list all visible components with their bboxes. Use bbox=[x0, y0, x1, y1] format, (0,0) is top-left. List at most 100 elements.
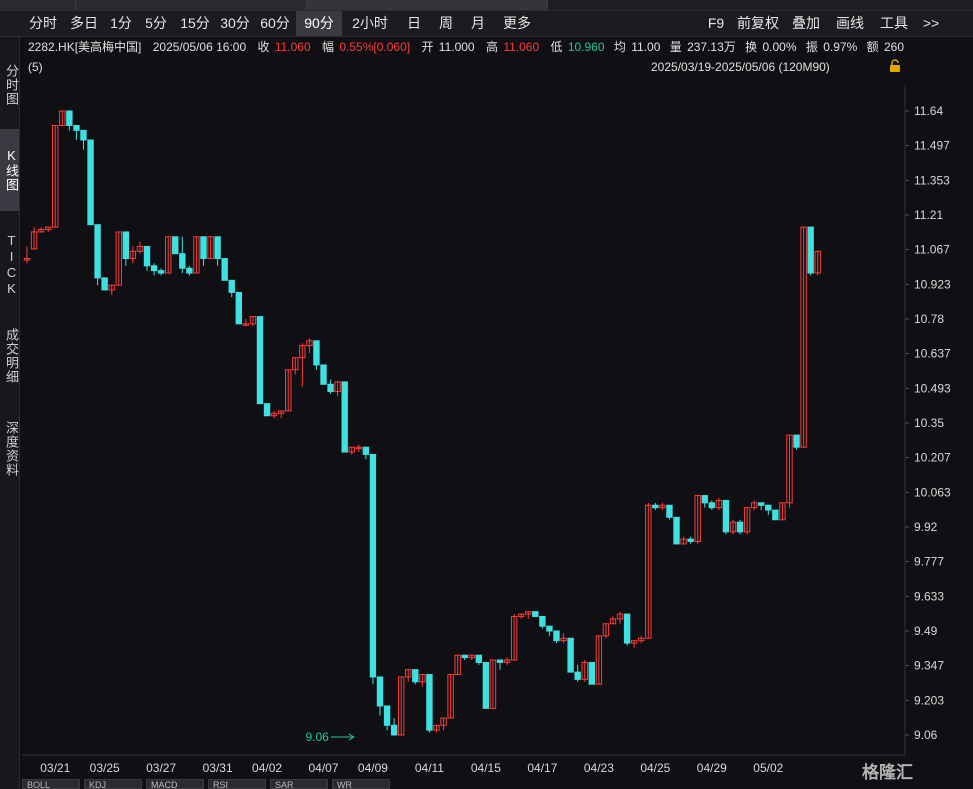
y-tick-label: 9.633 bbox=[914, 589, 944, 603]
watermark-logo: 格隆汇 bbox=[862, 763, 913, 782]
y-tick-label: 11.64 bbox=[914, 104, 943, 118]
y-tick-label: 9.347 bbox=[914, 659, 944, 673]
candle-body bbox=[101, 277, 108, 291]
indicator-tab-2[interactable]: MACD bbox=[146, 779, 204, 789]
x-tick-label: 03/25 bbox=[90, 761, 120, 775]
x-tick-label: 04/29 bbox=[697, 761, 727, 775]
x-tick-label: 04/09 bbox=[358, 761, 388, 775]
candle-body bbox=[172, 236, 179, 255]
candle-body bbox=[736, 521, 744, 533]
indicator-tab-5[interactable]: WR bbox=[332, 779, 390, 789]
y-tick-label: 10.35 bbox=[914, 416, 944, 430]
candle-body bbox=[256, 316, 264, 405]
candle-body bbox=[623, 613, 631, 644]
x-tick-label: 04/23 bbox=[584, 761, 614, 775]
y-tick-label: 11.21 bbox=[914, 208, 943, 222]
candle-body bbox=[708, 502, 716, 509]
indicator-tab-4[interactable]: SAR bbox=[270, 779, 328, 789]
candle-body bbox=[221, 258, 228, 281]
y-tick-label: 10.493 bbox=[914, 381, 951, 395]
candle-body bbox=[150, 265, 158, 272]
candle-body bbox=[263, 403, 271, 417]
x-tick-label: 03/27 bbox=[146, 761, 176, 775]
candlestick-chart[interactable]: 11.64 11.497 11.353 11.21 11.067 10.923 10.78 1… bbox=[0, 0, 973, 789]
indicator-tab-1[interactable]: KDJ bbox=[84, 779, 142, 789]
y-tick-label: 11.497 bbox=[914, 139, 950, 153]
candle-body bbox=[369, 453, 377, 678]
candle-body bbox=[553, 630, 560, 642]
candle-body bbox=[482, 661, 490, 709]
candle-body bbox=[567, 637, 574, 673]
candle-body bbox=[461, 654, 468, 659]
candle-body bbox=[807, 226, 814, 274]
candle-body bbox=[532, 611, 539, 617]
candle-body bbox=[376, 676, 384, 707]
candle-body bbox=[94, 224, 101, 279]
y-tick-label: 9.777 bbox=[914, 555, 944, 569]
candle-body bbox=[652, 504, 659, 509]
x-tick-label: 04/25 bbox=[640, 761, 670, 775]
x-tick-label: 03/31 bbox=[203, 761, 233, 775]
y-tick-label: 10.063 bbox=[914, 485, 951, 499]
candle-body bbox=[687, 538, 694, 543]
candle-body bbox=[200, 236, 207, 260]
candle-body bbox=[390, 724, 398, 736]
candle-body bbox=[588, 661, 595, 685]
y-tick-label: 10.923 bbox=[914, 277, 951, 291]
candle-body bbox=[327, 383, 334, 393]
y-tick-label: 10.637 bbox=[914, 347, 951, 361]
y-tick-label: 11.353 bbox=[914, 173, 950, 187]
candle-body bbox=[235, 291, 243, 325]
indicator-tab-3[interactable]: RSI bbox=[208, 779, 266, 789]
candle-body bbox=[186, 267, 193, 274]
y-tick-label: 9.06 bbox=[914, 728, 938, 742]
candle-body bbox=[765, 504, 772, 511]
candle-body bbox=[546, 625, 553, 632]
candle-body bbox=[539, 615, 546, 627]
y-tick-label: 11.067 bbox=[914, 243, 950, 257]
candle-body bbox=[666, 504, 673, 518]
x-tick-label: 04/07 bbox=[309, 761, 339, 775]
candle-body bbox=[313, 340, 320, 366]
candle-body bbox=[80, 129, 87, 141]
candle-body bbox=[87, 139, 94, 226]
candle-body bbox=[793, 434, 800, 448]
candle-body bbox=[362, 446, 370, 455]
x-tick-label: 04/11 bbox=[415, 761, 444, 775]
candle-body bbox=[412, 669, 419, 683]
candle-body bbox=[122, 231, 130, 260]
y-tick-label: 10.207 bbox=[914, 451, 951, 465]
candle-body bbox=[143, 245, 151, 267]
candle-body bbox=[383, 705, 391, 726]
low-price-label: 9.06 bbox=[305, 730, 329, 744]
x-tick-label: 04/15 bbox=[471, 761, 501, 775]
candle-series bbox=[23, 110, 821, 736]
y-axis: 11.64 11.497 11.353 11.21 11.067 10.923 10.78 1… bbox=[904, 85, 951, 755]
candle-body bbox=[496, 659, 504, 663]
x-tick-label: 03/21 bbox=[40, 761, 70, 775]
candle-body bbox=[475, 654, 483, 663]
candle-body bbox=[66, 110, 73, 127]
candle-body bbox=[179, 253, 186, 269]
candle-body bbox=[772, 509, 779, 521]
candle-body bbox=[574, 671, 581, 680]
x-tick-label: 04/17 bbox=[527, 761, 557, 775]
candle-body bbox=[701, 495, 708, 504]
y-tick-label: 9.92 bbox=[914, 520, 938, 534]
candle-body bbox=[426, 674, 433, 731]
candle-body bbox=[320, 364, 327, 385]
y-tick-label: 9.49 bbox=[914, 624, 938, 638]
indicator-tab-0[interactable]: BOLL bbox=[22, 779, 80, 789]
candle-body bbox=[722, 499, 730, 533]
x-axis: 03/21 03/25 03/27 03/31 04/02 04/07 04/09 04/11… bbox=[22, 754, 905, 775]
candle-body bbox=[73, 125, 80, 131]
candle-body bbox=[157, 270, 165, 274]
x-tick-label: 04/02 bbox=[252, 761, 282, 775]
x-tick-label: 05/02 bbox=[753, 761, 783, 775]
y-tick-label: 9.203 bbox=[914, 693, 944, 707]
candle-body bbox=[341, 381, 348, 453]
candle-body bbox=[228, 279, 235, 293]
candle-body bbox=[214, 236, 221, 260]
candle-body bbox=[673, 516, 680, 545]
y-tick-label: 10.78 bbox=[914, 312, 944, 326]
